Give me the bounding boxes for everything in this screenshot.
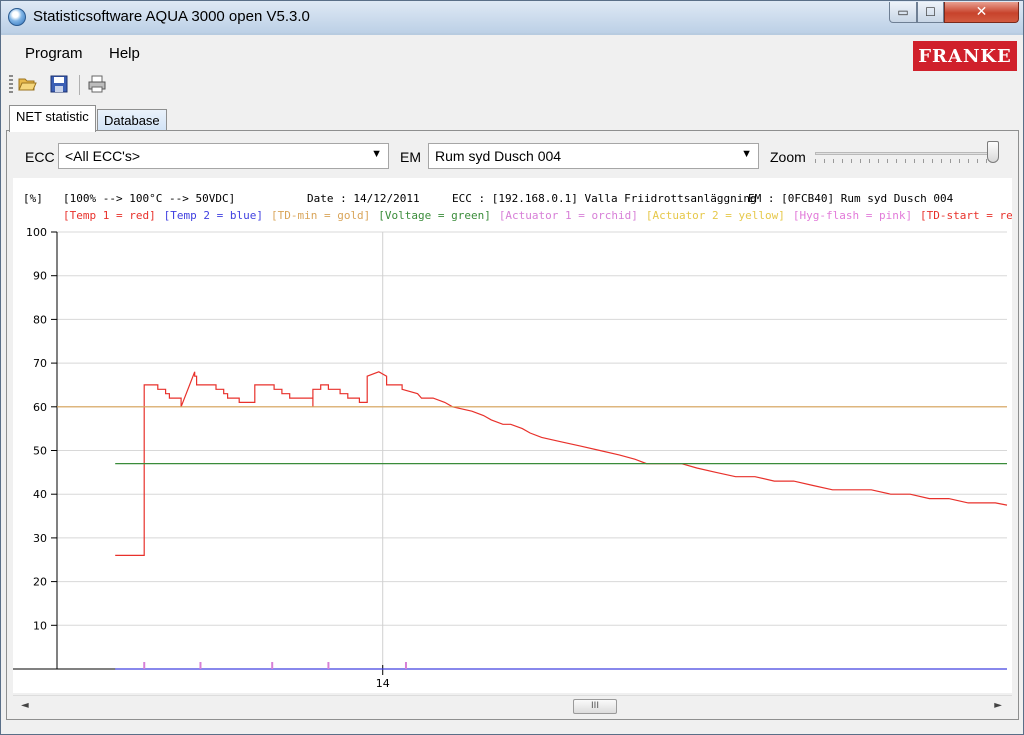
legend-entry: [Actuator 2 = yellow] <box>646 209 785 222</box>
maximize-icon: ☐ <box>925 5 936 19</box>
menu-bar: Program Help <box>1 37 1023 67</box>
window-title: Statisticsoftware AQUA 3000 open V5.3.0 <box>33 8 310 25</box>
y-tick-label: 70 <box>33 357 47 370</box>
scroll-right-icon[interactable]: ► <box>994 700 1002 711</box>
unit-label: [%] <box>23 192 43 205</box>
y-tick-label: 100 <box>26 226 47 239</box>
scrollbar-thumb[interactable]: III <box>573 699 617 714</box>
horizontal-scrollbar[interactable]: ◄ III ► <box>13 695 1012 717</box>
scale-label: [100% --> 100°C --> 50VDC] <box>63 192 235 205</box>
zoom-slider-thumb[interactable] <box>987 141 999 163</box>
legend-entry: [Temp 1 = red] <box>63 209 156 222</box>
chart-axes: 10 20 30 40 50 60 70 80 90 100 14 <box>13 226 1007 690</box>
y-tick-label: 80 <box>33 313 47 326</box>
save-disk-icon[interactable] <box>49 74 69 94</box>
y-tick-label: 40 <box>33 488 47 501</box>
app-window: Statisticsoftware AQUA 3000 open V5.3.0 … <box>0 0 1024 735</box>
app-icon <box>8 8 26 26</box>
title-bar[interactable]: Statisticsoftware AQUA 3000 open V5.3.0 … <box>1 1 1023 33</box>
legend-entry: [TD-start = red] <box>920 209 1012 222</box>
x-tick-label: 14 <box>376 677 390 690</box>
minimize-button[interactable]: ▭ <box>889 2 917 23</box>
em-select[interactable]: Rum syd Dusch 004 ▼ <box>428 143 759 169</box>
toolbar-separator <box>79 75 80 95</box>
chart-legend: [Temp 1 = red] [Temp 2 = blue] [TD-min = g… <box>63 209 1012 222</box>
y-tick-label: 30 <box>33 532 47 545</box>
legend-entry: [TD-min = gold] <box>271 209 370 222</box>
legend-entry: [Actuator 1 = orchid] <box>499 209 638 222</box>
print-icon[interactable] <box>87 74 107 94</box>
legend-entry: [Temp 2 = blue] <box>164 209 263 222</box>
chart-series <box>57 371 1008 670</box>
franke-logo: FRANKE <box>913 41 1017 71</box>
ecc-label: ECC <box>25 149 55 165</box>
em-select-value: Rum syd Dusch 004 <box>435 148 562 164</box>
ecc-select-value: <All ECC's> <box>65 148 141 164</box>
toolbar <box>1 71 1023 99</box>
legend-entry: [Voltage = green] <box>378 209 491 222</box>
em-label: EM <box>400 149 421 165</box>
zoom-label: Zoom <box>770 149 806 165</box>
legend-entry: [Hyg-flash = pink] <box>793 209 912 222</box>
dropdown-arrow-icon: ▼ <box>741 148 752 160</box>
tab-net-statistic[interactable]: NET statistic <box>9 105 96 132</box>
chart-grid <box>57 231 1007 669</box>
ecc-select[interactable]: <All ECC's> ▼ <box>58 143 389 169</box>
y-tick-label: 60 <box>33 401 47 414</box>
y-tick-label: 20 <box>33 576 47 589</box>
y-tick-label: 10 <box>33 619 47 632</box>
chart-area[interactable]: [%] [100% --> 100°C --> 50VDC] Date : 14… <box>13 178 1012 693</box>
open-folder-icon[interactable] <box>17 74 37 94</box>
zoom-slider[interactable] <box>815 139 1005 169</box>
maximize-button[interactable]: ☐ <box>917 2 944 23</box>
em-info-label: EM : [0FCB40] Rum syd Dusch 004 <box>748 192 954 205</box>
menu-help[interactable]: Help <box>109 45 140 62</box>
toolbar-grip[interactable] <box>9 75 13 95</box>
tab-strip: NET statistic Database <box>1 105 1023 133</box>
ecc-info-label: ECC : [192.168.0.1] Valla Friidrottsanlä… <box>452 192 757 205</box>
minimize-icon: ▭ <box>897 5 909 19</box>
date-label: Date : 14/12/2011 <box>307 192 420 205</box>
line-chart: [%] [100% --> 100°C --> 50VDC] Date : 14… <box>13 192 1012 690</box>
y-tick-label: 50 <box>33 445 47 458</box>
menu-program[interactable]: Program <box>25 45 83 62</box>
zoom-slider-ticks <box>815 159 995 163</box>
scroll-left-icon[interactable]: ◄ <box>21 700 29 711</box>
close-icon: ✕ <box>975 4 988 20</box>
y-tick-label: 90 <box>33 270 47 283</box>
dropdown-arrow-icon: ▼ <box>371 148 382 160</box>
close-button[interactable]: ✕ <box>944 2 1019 23</box>
zoom-slider-track <box>815 152 995 155</box>
